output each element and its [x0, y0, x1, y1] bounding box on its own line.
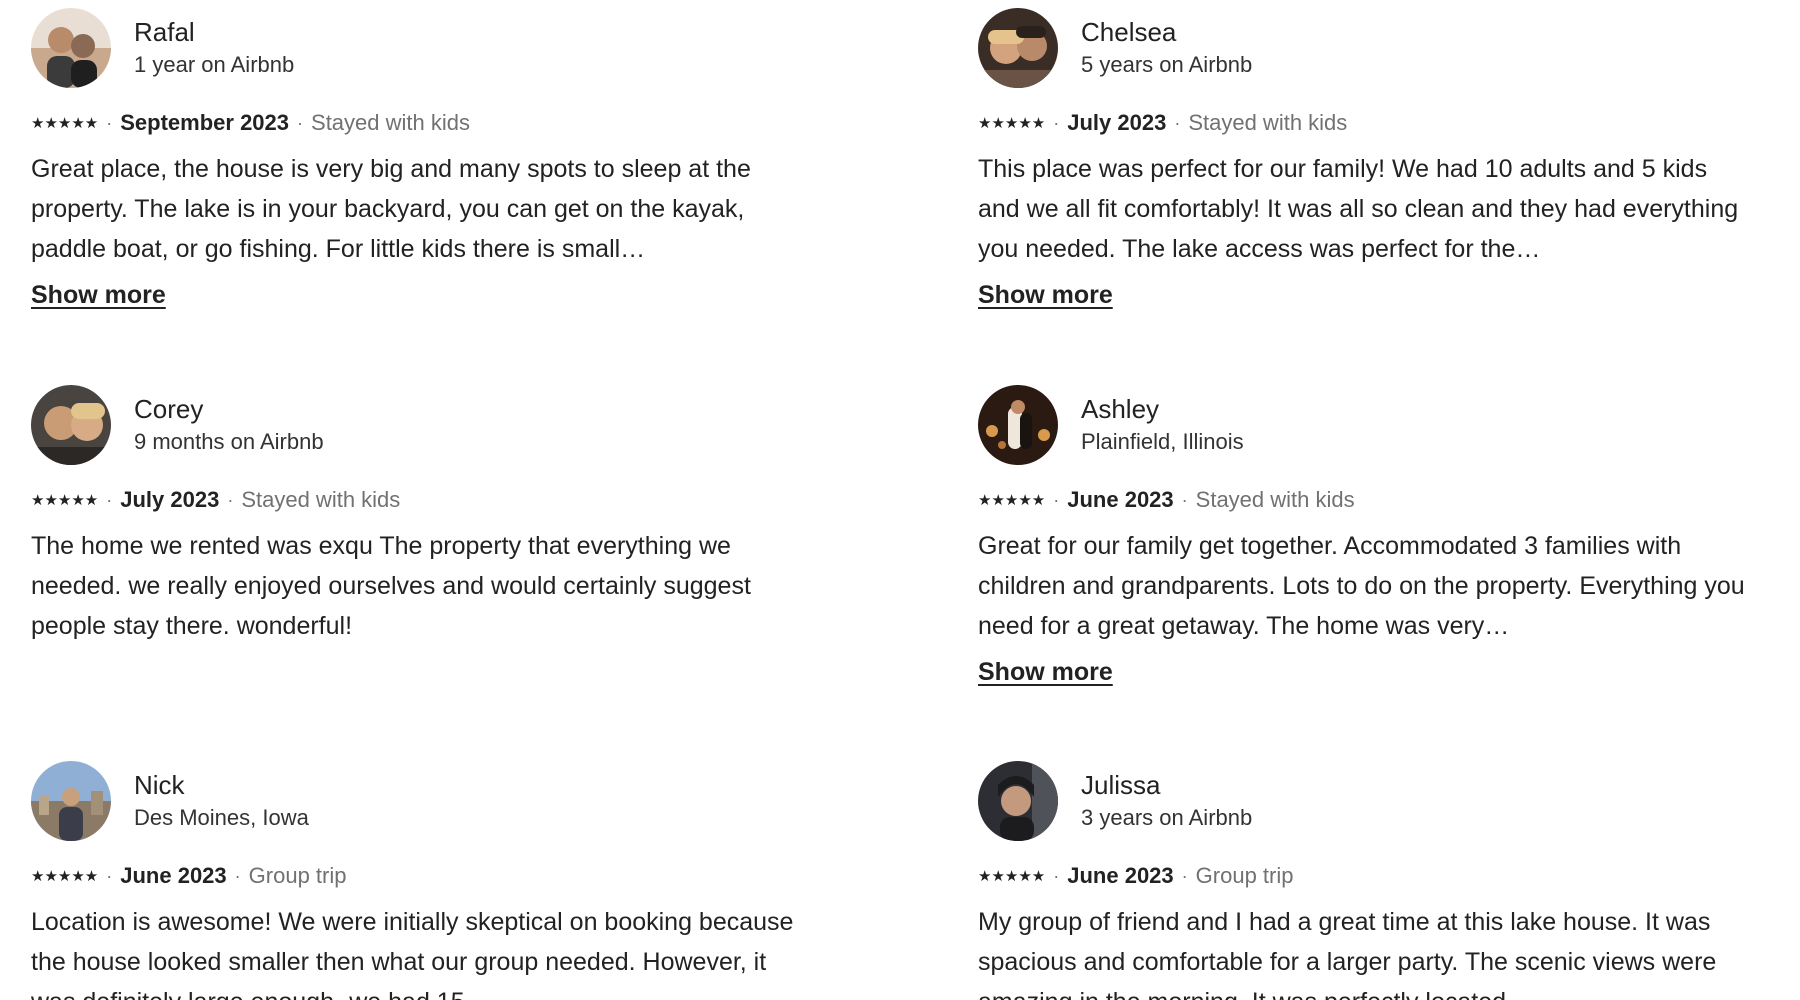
review-date: June 2023: [1067, 487, 1174, 512]
review-meta: ★★★★★ · September 2023 · Stayed with kid…: [31, 108, 801, 138]
reviewer-tenure: 9 months on Airbnb: [134, 429, 324, 454]
avatar[interactable]: [978, 8, 1058, 88]
review-meta: ★★★★★ · June 2023 · Stayed with kids: [978, 485, 1748, 515]
reviewer-tenure: Plainfield, Illinois: [1081, 429, 1244, 454]
trip-type: Stayed with kids: [1188, 110, 1348, 135]
trip-type: Group trip: [248, 863, 347, 888]
reviewer-name: Corey: [134, 394, 204, 424]
star-rating: ★★★★★: [31, 868, 99, 885]
review-card: Chelsea 5 years on Airbnb ★★★★★ · July 2…: [978, 8, 1748, 310]
trip-type: Group trip: [1195, 863, 1294, 888]
review-card: Corey 9 months on Airbnb ★★★★★ · July 20…: [31, 385, 801, 646]
trip-type: Stayed with kids: [1195, 487, 1355, 512]
avatar[interactable]: [31, 761, 111, 841]
review-card: Ashley Plainfield, Illinois ★★★★★ · June…: [978, 385, 1748, 687]
separator-dot: ·: [106, 865, 113, 886]
reviewer-name: Nick: [134, 770, 185, 800]
reviewer-tenure: 5 years on Airbnb: [1081, 52, 1253, 77]
review-card: Nick Des Moines, Iowa ★★★★★ · June 2023 …: [31, 761, 801, 1000]
reviewer-header: Rafal 1 year on Airbnb: [31, 8, 801, 88]
separator-dot: ·: [297, 112, 304, 133]
review-meta: ★★★★★ · July 2023 · Stayed with kids: [978, 108, 1748, 138]
review-text: Location is awesome! We were initially s…: [31, 908, 794, 1000]
separator-dot: ·: [1053, 489, 1060, 510]
separator-dot: ·: [106, 112, 113, 133]
review-card: Rafal 1 year on Airbnb ★★★★★ · September…: [31, 8, 801, 310]
avatar[interactable]: [31, 385, 111, 465]
separator-dot: ·: [1181, 865, 1188, 886]
reviewer-header: Corey 9 months on Airbnb: [31, 385, 801, 465]
separator-dot: ·: [1053, 112, 1060, 133]
reviewer-header: Nick Des Moines, Iowa: [31, 761, 801, 841]
separator-dot: ·: [227, 489, 234, 510]
review-meta: ★★★★★ · July 2023 · Stayed with kids: [31, 485, 801, 515]
review-date: June 2023: [1067, 863, 1174, 888]
reviewer-header: Chelsea 5 years on Airbnb: [978, 8, 1748, 88]
review-text: Great place, the house is very big and m…: [31, 155, 751, 263]
reviewer-name: Julissa: [1081, 770, 1161, 800]
reviewer-name: Chelsea: [1081, 17, 1177, 47]
reviewer-name: Ashley: [1081, 394, 1160, 424]
separator-dot: ·: [1174, 112, 1181, 133]
review-card: Julissa 3 years on Airbnb ★★★★★ · June 2…: [978, 761, 1748, 1000]
review-text: Great for our family get together. Accom…: [978, 532, 1745, 640]
review-date: July 2023: [120, 487, 220, 512]
review-date: September 2023: [120, 110, 290, 135]
show-more-link[interactable]: Show more: [31, 281, 166, 310]
show-more-link[interactable]: Show more: [978, 658, 1113, 687]
star-rating: ★★★★★: [978, 492, 1046, 509]
star-rating: ★★★★★: [31, 492, 99, 509]
reviews-grid: Rafal 1 year on Airbnb ★★★★★ · September…: [0, 0, 1800, 1000]
avatar[interactable]: [978, 761, 1058, 841]
separator-dot: ·: [106, 489, 113, 510]
avatar[interactable]: [978, 385, 1058, 465]
review-text: This place was perfect for our family! W…: [978, 155, 1739, 263]
review-date: June 2023: [120, 863, 227, 888]
separator-dot: ·: [234, 865, 241, 886]
reviewer-name: Rafal: [134, 17, 195, 47]
separator-dot: ·: [1053, 865, 1060, 886]
star-rating: ★★★★★: [31, 115, 99, 132]
reviewer-header: Ashley Plainfield, Illinois: [978, 385, 1748, 465]
avatar[interactable]: [31, 8, 111, 88]
reviewer-tenure: 3 years on Airbnb: [1081, 805, 1253, 830]
review-date: July 2023: [1067, 110, 1167, 135]
reviewer-header: Julissa 3 years on Airbnb: [978, 761, 1748, 841]
review-meta: ★★★★★ · June 2023 · Group trip: [978, 861, 1748, 891]
review-text: The home we rented was exqu The property…: [31, 532, 751, 640]
reviewer-tenure: 1 year on Airbnb: [134, 52, 295, 77]
star-rating: ★★★★★: [978, 115, 1046, 132]
separator-dot: ·: [1181, 489, 1188, 510]
reviewer-tenure: Des Moines, Iowa: [134, 805, 309, 830]
trip-type: Stayed with kids: [241, 487, 401, 512]
trip-type: Stayed with kids: [311, 110, 470, 135]
review-text: My group of friend and I had a great tim…: [978, 908, 1717, 1000]
star-rating: ★★★★★: [978, 868, 1046, 885]
show-more-link[interactable]: Show more: [978, 281, 1113, 310]
review-meta: ★★★★★ · June 2023 · Group trip: [31, 861, 801, 891]
